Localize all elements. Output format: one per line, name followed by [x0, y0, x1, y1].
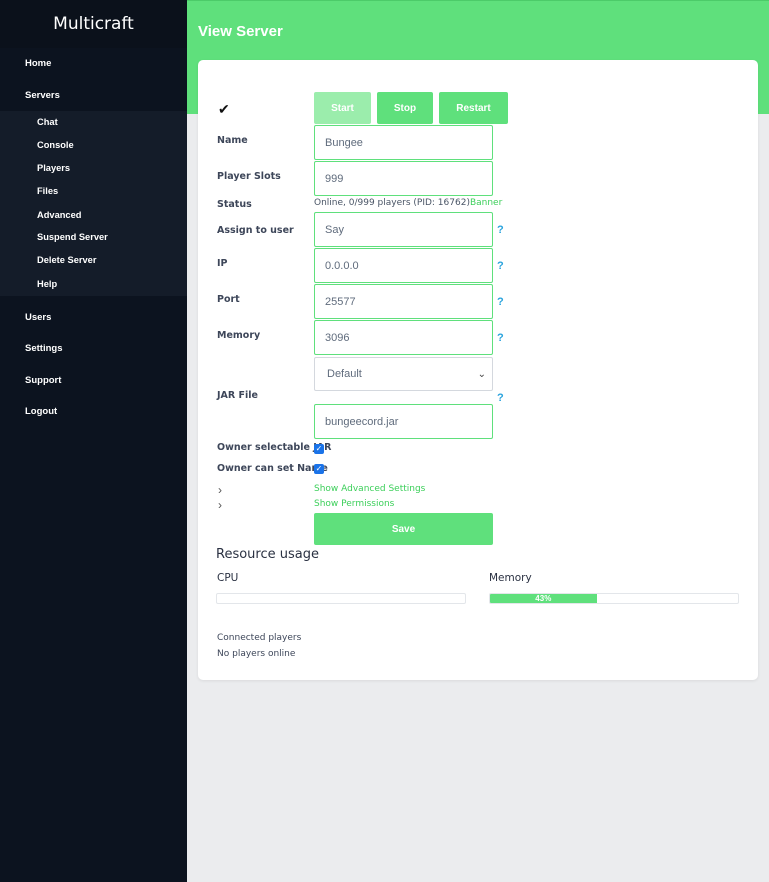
stop-button[interactable]: Stop — [377, 92, 433, 124]
checkmark-icon: ✔ — [218, 101, 230, 117]
sidebar-item-servers[interactable]: Servers — [0, 90, 187, 101]
sidebar-item-settings[interactable]: Settings — [0, 343, 187, 354]
save-button[interactable]: Save — [314, 513, 493, 545]
status-value: Online, 0/999 players (PID: 16762)Banner — [314, 198, 502, 208]
restart-button[interactable]: Restart — [439, 92, 508, 124]
help-icon[interactable]: ? — [497, 392, 504, 404]
sidebar-item-delete-server[interactable]: Delete Server — [37, 255, 96, 265]
help-icon[interactable]: ? — [497, 332, 504, 344]
page-title: View Server — [198, 23, 283, 40]
brand-logo[interactable]: Multicraft — [0, 0, 187, 48]
name-label: Name — [217, 135, 248, 146]
chevron-right-icon[interactable]: › — [218, 483, 222, 497]
sidebar-submenu: Chat Console Players Files Advanced Susp… — [0, 111, 187, 296]
ip-label: IP — [217, 258, 228, 269]
memory-field[interactable]: 3096 — [314, 320, 493, 355]
owner-name-checkbox[interactable]: ✓ — [314, 464, 324, 474]
show-advanced-link[interactable]: Show Advanced Settings — [314, 484, 425, 494]
sidebar-item-suspend-server[interactable]: Suspend Server — [37, 232, 108, 242]
help-icon[interactable]: ? — [497, 224, 504, 236]
sidebar-item-files[interactable]: Files — [37, 186, 58, 196]
player-slots-field[interactable]: 999 — [314, 161, 493, 196]
name-field[interactable]: Bungee — [314, 125, 493, 160]
sidebar-item-home[interactable]: Home — [0, 58, 187, 69]
cpu-bar — [216, 593, 466, 604]
memory-bar-fill: 43% — [490, 594, 597, 603]
sidebar-item-advanced[interactable]: Advanced — [37, 210, 81, 220]
status-label: Status — [217, 199, 252, 210]
resource-usage-title: Resource usage — [216, 547, 319, 562]
banner-link[interactable]: Banner — [470, 198, 502, 208]
jar-file-field[interactable]: bungeecord.jar — [314, 404, 493, 439]
sidebar-item-support[interactable]: Support — [0, 375, 187, 386]
port-field[interactable]: 25577 — [314, 284, 493, 319]
memory-label: Memory — [217, 330, 261, 341]
start-button[interactable]: Start — [314, 92, 371, 124]
players-status: No players online — [217, 649, 296, 659]
chevron-down-icon: ⌄ — [477, 368, 486, 380]
server-card: ✔ Start Stop Restart Name Bungee Player … — [198, 60, 758, 680]
sidebar: Multicraft Home Servers Chat Console Pla… — [0, 0, 187, 882]
status-text: Online, 0/999 players (PID: 16762) — [314, 198, 470, 208]
jar-file-label: JAR File — [217, 390, 258, 401]
sidebar-item-chat[interactable]: Chat — [37, 117, 58, 127]
sidebar-item-help[interactable]: Help — [37, 279, 57, 289]
sidebar-item-console[interactable]: Console — [37, 140, 74, 150]
sidebar-item-players[interactable]: Players — [37, 163, 70, 173]
memory-usage-label: Memory — [489, 572, 532, 584]
assign-user-label: Assign to user — [217, 225, 294, 236]
show-permissions-link[interactable]: Show Permissions — [314, 499, 394, 509]
sidebar-item-logout[interactable]: Logout — [0, 406, 187, 417]
help-icon[interactable]: ? — [497, 296, 504, 308]
owner-name-label: Owner can set Name — [217, 463, 328, 474]
sidebar-item-users[interactable]: Users — [0, 312, 187, 323]
chevron-right-icon[interactable]: › — [218, 498, 222, 512]
jar-select[interactable]: Default ⌄ — [314, 357, 493, 391]
cpu-label: CPU — [217, 572, 239, 584]
port-label: Port — [217, 294, 240, 305]
jar-select-value: Default — [327, 368, 362, 380]
memory-bar: 43% — [489, 593, 739, 604]
ip-field[interactable]: 0.0.0.0 — [314, 248, 493, 283]
assign-user-field[interactable]: Say — [314, 212, 493, 247]
connected-players-label: Connected players — [217, 633, 302, 643]
owner-jar-checkbox[interactable]: ✓ — [314, 444, 324, 454]
help-icon[interactable]: ? — [497, 260, 504, 272]
player-slots-label: Player Slots — [217, 171, 281, 182]
